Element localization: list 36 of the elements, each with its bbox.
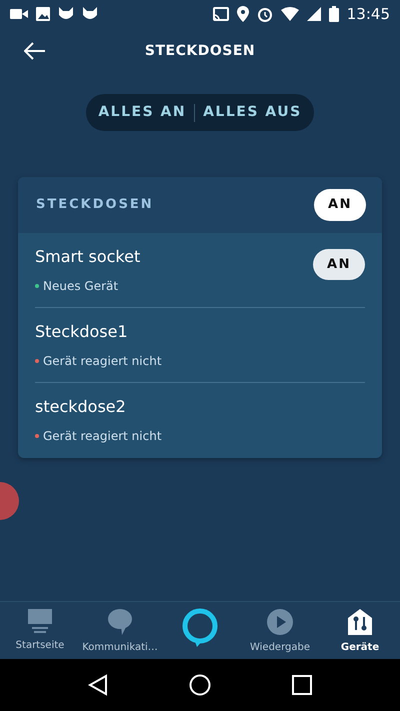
device-name[interactable]: Smart socket [35,244,140,268]
action-button[interactable]: ALLES AUS [201,98,304,127]
house-sliders-icon [347,608,373,636]
device-name[interactable]: Steckdose1 [35,320,162,344]
back-triangle-icon[interactable] [88,674,108,696]
cat-icon [82,7,98,21]
group-title: STECKDOSEN [36,196,154,214]
location-icon [236,6,249,22]
chat-bubble-icon [107,608,133,636]
play-icon [266,608,294,636]
recents-square-icon[interactable] [292,675,312,695]
page-title: STECKDOSEN [144,42,256,58]
battery-icon [328,6,339,22]
device-status: Neues Gerät [43,278,118,294]
back-icon[interactable] [24,42,46,60]
image-icon [36,7,50,21]
cat-icon [58,7,74,21]
device-name[interactable]: steckdose2 [35,394,162,418]
video-icon [10,8,28,20]
clock-time: 13:45 [346,4,390,25]
action-button[interactable]: ALLES AN [96,98,188,127]
nav-tab[interactable]: Startseite [0,602,80,659]
alarm-icon [256,6,273,22]
device-status: Gerät reagiert nicht [43,428,162,444]
on-button[interactable]: AN [313,248,365,280]
signal-icon [306,7,321,21]
nav-tab[interactable]: Wiedergabe [240,602,320,659]
cast-icon [212,7,229,21]
wifi-icon [280,7,299,21]
home-circle-icon[interactable] [188,674,211,696]
display-icon [27,608,53,634]
nav-tab[interactable]: Geräte [320,602,400,659]
on-button[interactable]: AN [314,189,366,220]
device-status: Gerät reagiert nicht [43,352,162,370]
alexa-ring-icon[interactable] [181,608,219,648]
nav-tab[interactable]: Kommunikati… [80,602,160,659]
